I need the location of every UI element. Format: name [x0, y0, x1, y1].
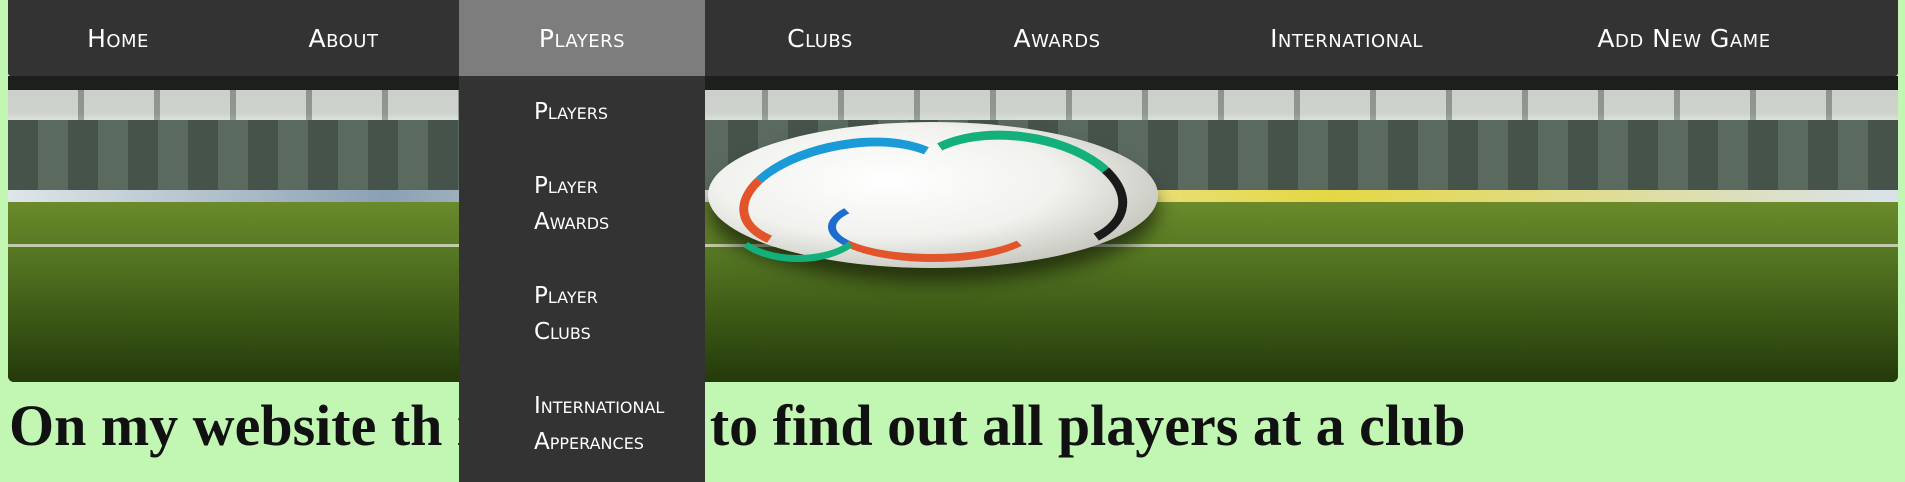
dropdown-item-player-clubs[interactable]: Player Clubs	[459, 278, 705, 350]
dropdown-item-label: Player	[534, 283, 598, 309]
stadium-roof	[8, 76, 1898, 90]
nav-players-link[interactable]: Players	[459, 0, 705, 76]
players-dropdown-menu: Players Player Awards Player Clubs Inter…	[459, 76, 705, 482]
nav-awards-link[interactable]: Awards	[935, 0, 1179, 76]
dropdown-item-player-awards[interactable]: Player Awards	[459, 168, 705, 240]
soccer-ball-icon	[708, 117, 1158, 269]
nav-international-link[interactable]: International	[1179, 0, 1514, 76]
dropdown-item-label: Players	[534, 99, 609, 125]
dropdown-item-label: Apperances	[534, 429, 644, 455]
top-navbar: Home About Players Clubs Awards Internat…	[8, 0, 1898, 76]
page-headline: On my website th ill be able to find out…	[9, 393, 1466, 458]
nav-home-link[interactable]: Home	[8, 0, 228, 76]
dropdown-item-label: Awards	[534, 209, 610, 235]
nav-clubs-link[interactable]: Clubs	[705, 0, 935, 76]
ball-stripe	[728, 182, 868, 262]
dropdown-item-players[interactable]: Players	[459, 94, 705, 130]
dropdown-item-label: Player	[534, 173, 598, 199]
dropdown-item-international-appearances[interactable]: International Apperances	[459, 388, 705, 460]
stadium-lights	[8, 90, 1898, 120]
nav-add-new-game-link[interactable]: Add New Game	[1514, 0, 1854, 76]
dropdown-item-label: International	[534, 393, 665, 419]
nav-about-link[interactable]: About	[228, 0, 459, 76]
hero-image	[8, 76, 1898, 382]
dropdown-item-label: Clubs	[534, 319, 591, 345]
